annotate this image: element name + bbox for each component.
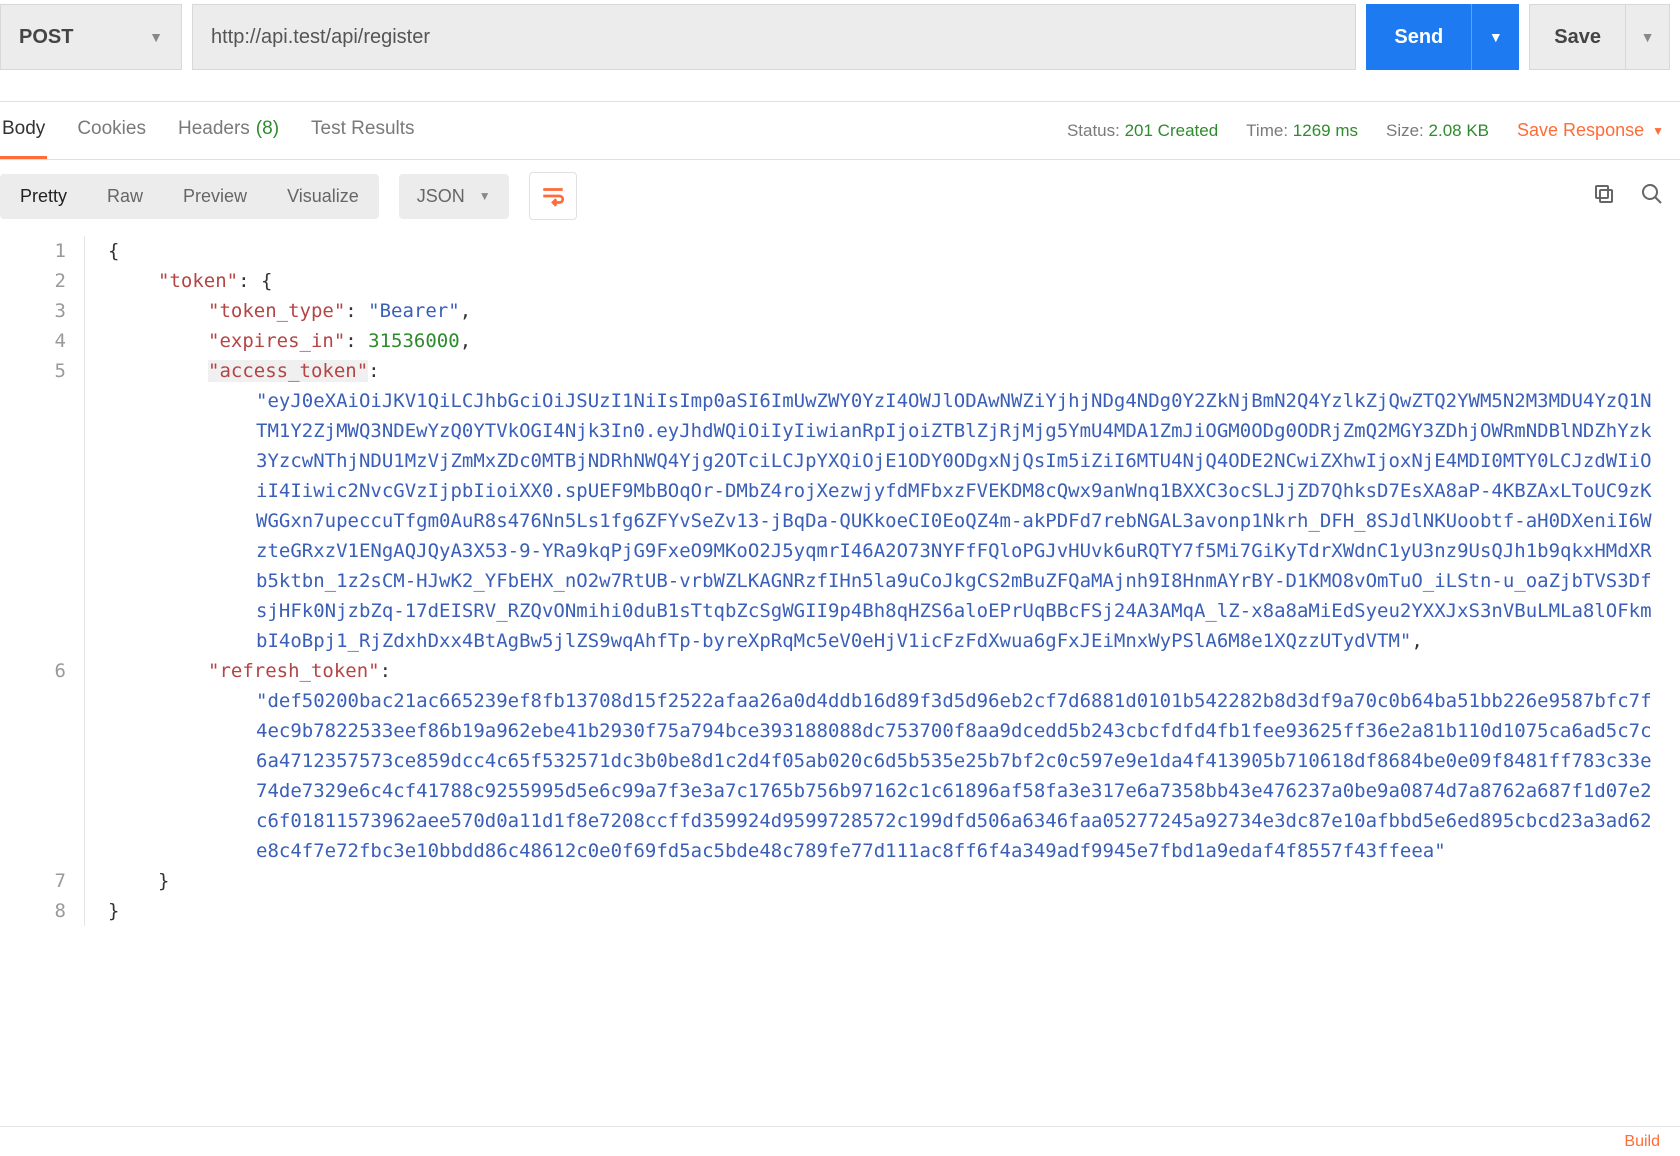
code-line: "access_token": "eyJ0eXAiOiJKV1QiLCJhbGc… xyxy=(84,356,1680,656)
size-value: 2.08 KB xyxy=(1429,121,1490,140)
tab-test-results[interactable]: Test Results xyxy=(309,102,416,159)
body-format-select[interactable]: JSON ▼ xyxy=(399,174,509,219)
body-action-icons xyxy=(1592,182,1664,211)
copy-icon[interactable] xyxy=(1592,182,1616,211)
code-line: { xyxy=(84,236,1680,266)
line-number: 8 xyxy=(0,896,84,926)
status-label: Status: xyxy=(1067,121,1120,140)
url-input-wrap xyxy=(192,4,1356,70)
chevron-down-icon: ▼ xyxy=(149,29,163,45)
wrap-icon xyxy=(540,183,566,209)
code-line: } xyxy=(84,896,1680,926)
body-format-label: JSON xyxy=(417,186,465,207)
tab-body[interactable]: Body xyxy=(0,102,47,159)
chevron-down-icon[interactable]: ▼ xyxy=(1471,4,1519,70)
tab-headers[interactable]: Headers (8) xyxy=(176,102,281,159)
line-number: 2 xyxy=(0,266,84,296)
code-line: "expires_in": 31536000, xyxy=(84,326,1680,356)
line-number: 6 xyxy=(0,656,84,866)
view-mode-segment: Pretty Raw Preview Visualize xyxy=(0,174,379,219)
send-label: Send xyxy=(1366,4,1471,70)
code-line: "token": { xyxy=(84,266,1680,296)
time-label: Time: xyxy=(1246,121,1288,140)
status-value: 201 Created xyxy=(1125,121,1219,140)
separator xyxy=(0,74,1680,102)
time-value: 1269 ms xyxy=(1293,121,1358,140)
chevron-down-icon[interactable]: ▼ xyxy=(1625,5,1669,69)
status-block: Status: 201 Created xyxy=(1067,121,1218,141)
save-label: Save xyxy=(1530,5,1625,69)
http-method-label: POST xyxy=(19,26,73,49)
time-block: Time: 1269 ms xyxy=(1246,121,1358,141)
chevron-down-icon: ▼ xyxy=(479,189,491,203)
view-visualize[interactable]: Visualize xyxy=(267,174,379,219)
http-method-select[interactable]: POST ▼ xyxy=(0,4,182,70)
size-block: Size: 2.08 KB xyxy=(1386,121,1489,141)
view-raw[interactable]: Raw xyxy=(87,174,163,219)
url-input[interactable] xyxy=(211,26,1337,49)
response-meta: Status: 201 Created Time: 1269 ms Size: … xyxy=(1067,120,1664,141)
code-line: } xyxy=(84,866,1680,896)
line-number: 4 xyxy=(0,326,84,356)
chevron-down-icon: ▼ xyxy=(1652,124,1664,138)
line-number: 3 xyxy=(0,296,84,326)
save-response-label: Save Response xyxy=(1517,120,1644,141)
tab-cookies[interactable]: Cookies xyxy=(75,102,148,159)
view-preview[interactable]: Preview xyxy=(163,174,267,219)
headers-count: (8) xyxy=(256,118,279,140)
response-header: Body Cookies Headers (8) Test Results St… xyxy=(0,102,1680,160)
footer-build[interactable]: Build xyxy=(1624,1133,1660,1151)
send-button[interactable]: Send ▼ xyxy=(1366,4,1519,70)
search-icon[interactable] xyxy=(1640,182,1664,211)
line-number: 5 xyxy=(0,356,84,656)
view-controls: Pretty Raw Preview Visualize JSON ▼ xyxy=(0,160,1680,232)
size-label: Size: xyxy=(1386,121,1424,140)
request-bar: POST ▼ Send ▼ Save ▼ xyxy=(0,0,1680,74)
save-response-button[interactable]: Save Response ▼ xyxy=(1517,120,1664,141)
footer-bar: Build xyxy=(0,1126,1680,1156)
wrap-lines-button[interactable] xyxy=(529,172,577,220)
code-line: "token_type": "Bearer", xyxy=(84,296,1680,326)
view-pretty[interactable]: Pretty xyxy=(0,174,87,219)
code-line: "refresh_token": "def50200bac21ac665239e… xyxy=(84,656,1680,866)
save-button[interactable]: Save ▼ xyxy=(1529,4,1670,70)
line-number: 1 xyxy=(0,236,84,266)
line-number: 7 xyxy=(0,866,84,896)
tab-headers-label: Headers xyxy=(178,118,250,140)
response-tabs: Body Cookies Headers (8) Test Results xyxy=(0,102,417,159)
response-body[interactable]: 1 { 2 "token": { 3 "token_type": "Bearer… xyxy=(0,232,1680,926)
